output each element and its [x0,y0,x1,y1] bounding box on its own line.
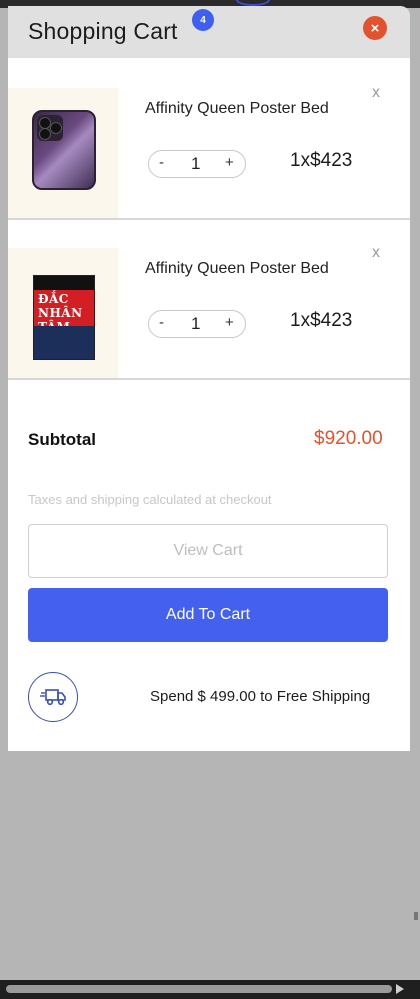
tax-note: Taxes and shipping calculated at checkou… [28,492,272,507]
increase-quantity-button[interactable]: + [225,154,234,171]
scroll-right-arrow-icon[interactable] [396,984,404,994]
cart-summary: Subtotal $920.00 Taxes and shipping calc… [8,386,410,751]
remove-item-button[interactable]: x [372,244,380,262]
product-thumbnail[interactable] [8,88,118,218]
scrollbar-thumb[interactable] [6,985,392,993]
close-button[interactable]: × [363,16,387,40]
camera-module [37,115,63,141]
free-shipping-text: Spend $ 499.00 to Free Shipping [150,688,371,705]
cart-title: Shopping Cart [28,18,178,44]
cart-header: Shopping Cart 4 × [8,6,410,58]
delivery-truck-icon [28,672,78,722]
subtotal-label: Subtotal [28,430,96,449]
book-cover-image: ĐẮCNHÂNTÂM [33,275,95,360]
cart-drawer: Shopping Cart 4 × Affinity Queen Poster … [8,6,410,751]
vertical-scrollbar[interactable] [414,912,418,920]
item-price: 1x$423 [290,150,353,171]
iphone-image [32,110,96,190]
quantity-stepper: - 1 + [148,150,246,178]
product-name[interactable]: Affinity Queen Poster Bed [145,260,329,278]
decrease-quantity-button[interactable]: - [159,314,164,331]
add-to-cart-button[interactable]: Add To Cart [28,588,388,642]
product-thumbnail[interactable]: ĐẮCNHÂNTÂM [8,248,118,378]
quantity-value[interactable]: 1 [191,154,200,174]
horizontal-scrollbar[interactable] [0,980,420,999]
product-name[interactable]: Affinity Queen Poster Bed [145,100,329,118]
cart-count-badge: 4 [192,9,214,31]
subtotal-value: $920.00 [314,428,383,449]
quantity-value[interactable]: 1 [191,314,200,334]
item-price: 1x$423 [290,310,353,331]
decrease-quantity-button[interactable]: - [159,154,164,171]
close-icon: × [370,19,380,37]
view-cart-button[interactable]: View Cart [28,524,388,578]
increase-quantity-button[interactable]: + [225,314,234,331]
quantity-stepper: - 1 + [148,310,246,338]
remove-item-button[interactable]: x [372,84,380,102]
cart-item: Affinity Queen Poster Bed x - 1 + 1x$423 [8,58,410,220]
cart-item: ĐẮCNHÂNTÂM Affinity Queen Poster Bed x -… [8,218,410,380]
